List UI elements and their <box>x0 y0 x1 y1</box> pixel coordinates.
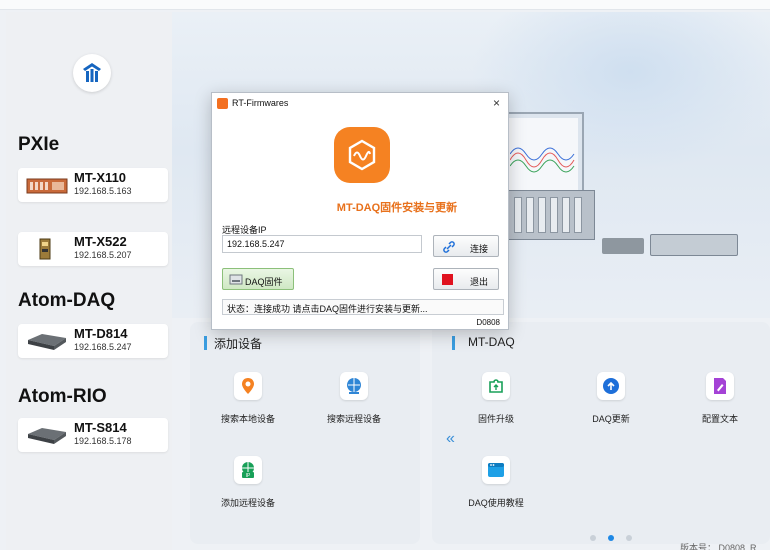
dialog-title-bar: RT-Firmwares × <box>212 93 508 115</box>
category-pxie: PXIe <box>18 134 60 155</box>
dialog-title: RT-Firmwares <box>232 98 289 108</box>
app-logo <box>73 54 111 92</box>
config-text-tile[interactable]: 配置文本 <box>682 372 758 425</box>
pager-dot-1[interactable] <box>590 535 596 541</box>
remote-ip-input[interactable] <box>222 235 422 253</box>
category-atom-daq: Atom-DAQ <box>18 290 116 311</box>
add-remote-device-tile[interactable]: IP 添加远程设备 <box>210 456 286 509</box>
device-name: MT-X110 <box>74 170 127 185</box>
panel-title: MT-DAQ <box>468 335 515 349</box>
firmware-upgrade-tile[interactable]: 固件升级 <box>458 372 534 425</box>
device-ip: 192.168.5.247 <box>74 342 132 352</box>
pager-dots <box>590 528 644 546</box>
app-icon <box>217 98 228 109</box>
device-ip: 192.168.5.207 <box>74 250 132 260</box>
upload-circle-icon <box>597 372 625 400</box>
mt-daq-brand-icon <box>334 127 390 183</box>
pager-dot-3[interactable] <box>626 535 632 541</box>
stop-square-icon <box>442 274 453 285</box>
device-card-mt-d814[interactable]: MT-D814 192.168.5.247 <box>18 324 168 358</box>
device-card-mt-s814[interactable]: MT-S814 192.168.5.178 <box>18 418 168 452</box>
build-code: D0808 <box>476 318 500 327</box>
browser-window-icon <box>482 456 510 484</box>
tile-label: DAQ使用教程 <box>468 498 524 508</box>
ip-globe-icon: IP <box>234 456 262 484</box>
pxie-module-icon <box>39 238 51 260</box>
hard-drive-icon <box>229 274 243 285</box>
exit-label: 退出 <box>470 277 489 287</box>
waveform-icon <box>510 147 575 173</box>
daq-tutorial-tile[interactable]: DAQ使用教程 <box>458 456 534 509</box>
add-device-panel: 添加设备 搜索本地设备 搜索远程设备 IP 添加远程设备 <box>190 322 420 544</box>
chassis-illustration <box>507 190 595 240</box>
pxie-chassis-icon <box>26 178 68 194</box>
tile-label: 搜索本地设备 <box>220 414 275 424</box>
close-button[interactable]: × <box>493 96 500 110</box>
sidebar: PXIe MT-X110 192.168.5.163 MT-X522 192.1… <box>6 12 172 550</box>
search-local-device-tile[interactable]: 搜索本地设备 <box>210 372 286 425</box>
previous-page-chevron-icon[interactable]: « <box>446 430 455 448</box>
mt-daq-panel: MT-DAQ 固件升级 DAQ更新 配置文本 DAQ使用教程 <box>432 322 770 544</box>
version-label: 版本号： D0808_R.. <box>680 543 762 550</box>
atom-rio-device-icon <box>28 428 66 444</box>
rt-firmwares-dialog: RT-Firmwares × MT-DAQ固件安装与更新 远程设备IP 连接 D… <box>211 92 509 330</box>
device-ip: 192.168.5.178 <box>74 436 132 446</box>
atom-daq-device-icon <box>28 334 66 350</box>
dialog-heading: MT-DAQ固件安装与更新 <box>336 202 458 214</box>
logo-icon <box>83 63 101 82</box>
puzzle-upload-icon <box>482 372 510 400</box>
status-bar: 状态：连接成功 请点击DAQ固件进行安装与更新... <box>222 299 504 315</box>
tile-label: DAQ更新 <box>592 414 630 424</box>
link-icon <box>443 241 455 253</box>
document-edit-icon <box>706 372 734 400</box>
tile-label: 配置文本 <box>701 414 738 424</box>
tile-label: 搜索远程设备 <box>326 414 381 424</box>
connect-label: 连接 <box>470 244 489 254</box>
device-card-mt-x522[interactable]: MT-X522 192.168.5.207 <box>18 232 168 266</box>
device-card-mt-x110[interactable]: MT-X110 192.168.5.163 <box>18 168 168 202</box>
search-remote-device-tile[interactable]: 搜索远程设备 <box>316 372 392 425</box>
top-strip <box>0 0 770 10</box>
connect-button[interactable]: 连接 <box>433 235 499 257</box>
device-name: MT-D814 <box>74 326 128 341</box>
tile-label: 添加远程设备 <box>220 498 275 508</box>
tile-label: 固件升级 <box>477 414 514 424</box>
daq-firmware-button[interactable]: DAQ固件 <box>222 268 294 290</box>
location-pin-icon <box>234 372 262 400</box>
daq-update-tile[interactable]: DAQ更新 <box>573 372 649 425</box>
panel-title: 添加设备 <box>214 337 263 351</box>
rack-device-illustration <box>650 234 738 256</box>
svg-text:IP: IP <box>246 473 251 479</box>
pager-dot-2[interactable] <box>608 535 614 541</box>
device-illustration <box>602 238 644 254</box>
globe-icon <box>340 372 368 400</box>
device-name: MT-X522 <box>74 234 127 249</box>
exit-button[interactable]: 退出 <box>433 268 499 290</box>
device-name: MT-S814 <box>74 420 127 435</box>
device-ip: 192.168.5.163 <box>74 186 132 196</box>
category-atom-rio: Atom-RIO <box>18 386 107 407</box>
daq-firmware-label: DAQ固件 <box>245 277 283 287</box>
